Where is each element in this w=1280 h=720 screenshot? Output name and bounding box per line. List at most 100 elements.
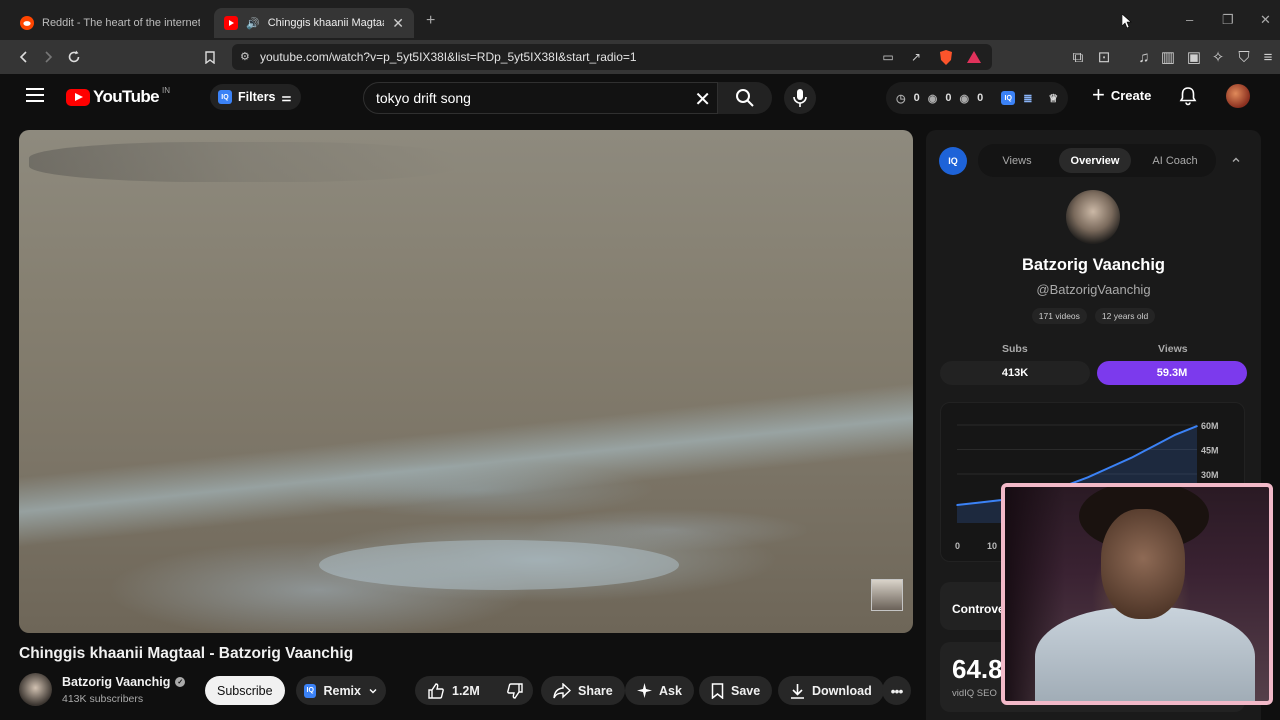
views-value[interactable]: 59.3M	[1097, 361, 1247, 385]
subs-value[interactable]: 413K	[940, 361, 1090, 385]
subs-label: Subs	[1002, 343, 1028, 355]
leo-ai-icon[interactable]: ✧	[1208, 47, 1228, 67]
verified-icon: ✓	[175, 677, 186, 687]
forward-icon[interactable]	[38, 47, 58, 67]
trophy-icon[interactable]: ♕	[1048, 92, 1058, 105]
channel-name[interactable]: Batzorig Vaanchig ✓	[62, 675, 186, 689]
tab-reddit[interactable]: Reddit - The heart of the internet	[10, 8, 210, 38]
share-label: Share	[578, 683, 613, 698]
tab-overview[interactable]: Overview	[1059, 148, 1131, 173]
y-tick-label: 45M	[1201, 446, 1219, 456]
brave-shield-icon[interactable]	[936, 47, 956, 67]
tab-views[interactable]: Views	[984, 148, 1050, 173]
back-icon[interactable]	[14, 47, 34, 67]
stat-value: 0	[945, 92, 952, 104]
notifications-bell-icon[interactable]	[1178, 86, 1198, 106]
microphone-icon	[793, 89, 807, 107]
vidiq-channel-handle[interactable]: @BatzorigVaanchig	[926, 282, 1261, 297]
chart-point	[978, 501, 980, 504]
tab-youtube[interactable]: 🔊 Chinggis khaanii Magtaal - Ba ✕	[214, 8, 414, 38]
video-player[interactable]	[19, 130, 913, 633]
url-text: youtube.com/watch?v=p_5yt5IX38I&list=RDp…	[260, 50, 637, 64]
chart-point	[1152, 445, 1155, 448]
like-icon[interactable]	[427, 682, 445, 700]
hamburger-menu-icon[interactable]	[26, 88, 44, 102]
channel-watermark[interactable]	[871, 579, 903, 611]
save-button[interactable]: Save	[699, 676, 773, 705]
vidiq-logo[interactable]: IQ	[939, 147, 967, 175]
screenshot-icon[interactable]: ⊡	[1094, 47, 1114, 67]
download-label: Download	[812, 683, 872, 698]
x-tick-label: 10	[987, 541, 997, 551]
channel-meta-chips: 171 videos 12 years old	[926, 308, 1261, 324]
site-settings-icon[interactable]: ⚙	[240, 50, 254, 64]
download-button[interactable]: Download	[778, 676, 884, 705]
video-frame-detail	[19, 383, 913, 547]
vidiq-filters-button[interactable]: IQ Filters ⚌	[210, 84, 302, 110]
clock-icon: ◷	[896, 92, 906, 105]
views-label: Views	[1158, 343, 1188, 355]
subscriber-count: 413K subscribers	[62, 693, 144, 705]
channel-avatar[interactable]	[19, 673, 52, 706]
list-icon[interactable]: ≣	[1023, 92, 1032, 105]
menu-icon[interactable]: ≡	[1258, 47, 1278, 67]
new-tab-button[interactable]: +	[426, 12, 435, 30]
extensions-icon[interactable]: ⧉	[1068, 47, 1088, 67]
vpn-icon[interactable]: ⛉	[1234, 47, 1254, 67]
video-frame-detail	[29, 142, 459, 182]
sidebar-icon[interactable]: ▥	[1158, 47, 1178, 67]
tab-title: Reddit - The heart of the internet	[42, 17, 200, 29]
brave-rewards-icon[interactable]	[964, 47, 984, 67]
more-actions-button[interactable]: •••	[882, 676, 911, 705]
chevron-up-icon[interactable]	[1230, 154, 1242, 166]
video-frame-detail	[319, 540, 679, 590]
voice-search-button[interactable]	[784, 82, 816, 114]
close-tab-icon[interactable]: ✕	[392, 15, 404, 32]
close-window-icon[interactable]: ✕	[1260, 12, 1271, 28]
music-icon[interactable]: ♫	[1134, 47, 1154, 67]
search-input[interactable]: tokyo drift song ✕	[363, 82, 718, 114]
country-code: IN	[162, 85, 170, 95]
wallet-icon[interactable]: ▣	[1184, 47, 1204, 67]
dislike-icon[interactable]	[506, 682, 524, 700]
account-avatar[interactable]	[1226, 84, 1250, 108]
clear-search-icon[interactable]: ✕	[694, 87, 711, 112]
vidiq-tab-switcher: Views Overview AI Coach	[978, 144, 1216, 177]
webcam-person-shirt	[1035, 607, 1255, 701]
ask-button[interactable]: Ask	[625, 676, 694, 705]
search-value: tokyo drift song	[376, 90, 471, 106]
sparkle-icon	[637, 683, 652, 698]
bookmark-icon[interactable]	[200, 47, 220, 67]
remix-button[interactable]: IQ Remix	[296, 676, 386, 705]
vidiq-stats-pill[interactable]: ◷ 0 ◉ 0 ◉ 0 IQ ≣ ♕	[886, 82, 1068, 114]
youtube-wordmark: YouTube	[93, 87, 160, 106]
share-button[interactable]: Share	[541, 676, 625, 705]
cast-icon[interactable]: ▭	[878, 47, 898, 67]
search-button[interactable]	[718, 82, 772, 114]
seo-score: 64.8	[952, 654, 1003, 684]
share-page-icon[interactable]: ↗	[906, 47, 926, 67]
stat-value: 0	[913, 92, 920, 104]
restore-icon[interactable]: ❐	[1222, 12, 1234, 28]
youtube-logo[interactable]: YouTube IN	[66, 85, 170, 107]
share-icon	[553, 682, 571, 699]
x-tick-label: 0	[955, 541, 960, 551]
controversy-label: Controve	[952, 602, 1005, 616]
minimize-icon[interactable]: –	[1186, 12, 1193, 27]
channel-name-text: Batzorig Vaanchig	[62, 675, 171, 689]
plus-icon: +	[1092, 82, 1105, 107]
reload-icon[interactable]	[64, 47, 84, 67]
speaker-icon[interactable]: 🔊	[246, 17, 260, 30]
vidiq-icon: IQ	[304, 683, 317, 698]
channel-profile-picture	[1066, 190, 1120, 244]
like-count[interactable]: 1.2M	[452, 684, 480, 698]
youtube-header: YouTube IN IQ Filters ⚌ tokyo drift song…	[0, 74, 1280, 120]
reddit-icon	[20, 16, 34, 30]
youtube-favicon-icon	[224, 16, 238, 30]
tab-ai-coach[interactable]: AI Coach	[1138, 148, 1212, 173]
create-label: Create	[1110, 87, 1152, 103]
webcam-overlay[interactable]	[1001, 483, 1273, 705]
subscribe-button[interactable]: Subscribe	[205, 676, 285, 705]
create-button[interactable]: + Create	[1092, 82, 1152, 107]
more-icon: •••	[890, 682, 904, 699]
